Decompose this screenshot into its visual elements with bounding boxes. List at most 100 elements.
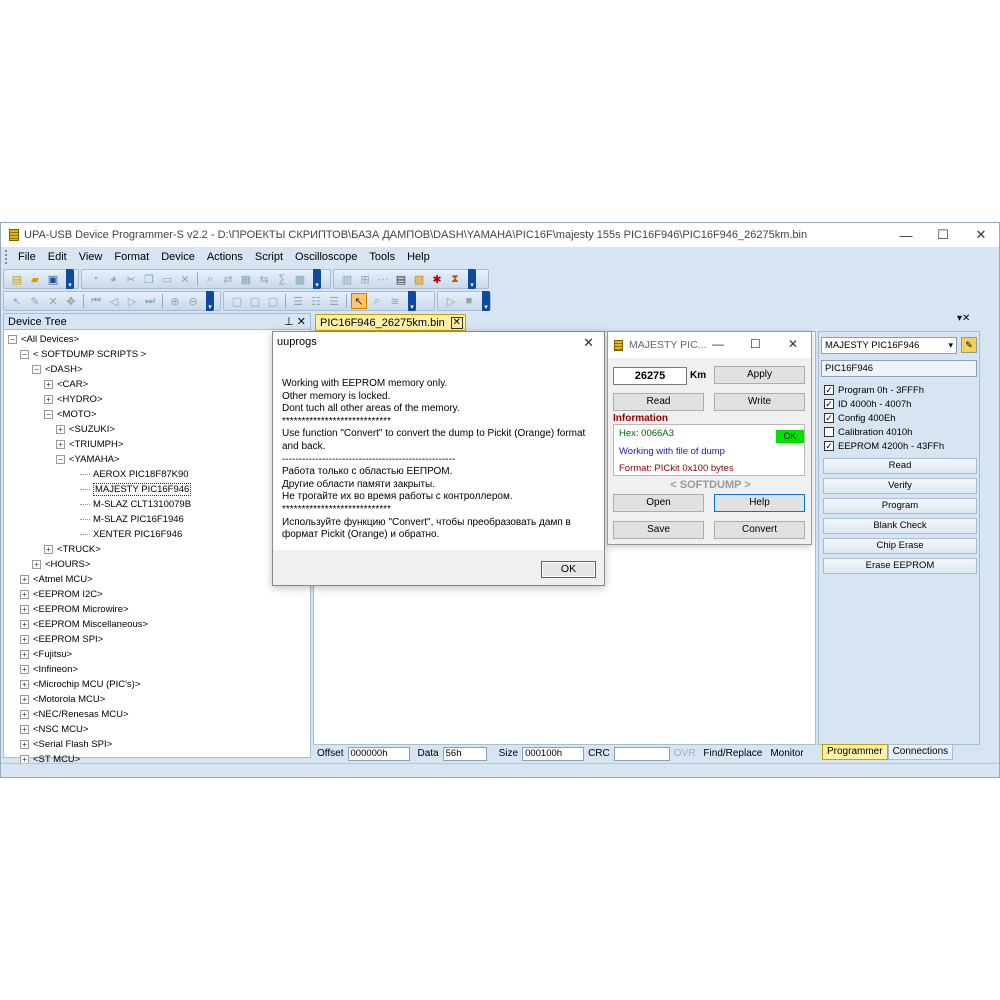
read-button[interactable]: Read: [823, 458, 977, 474]
view-table-icon[interactable]: ☷: [308, 293, 324, 309]
expand-icon[interactable]: +: [20, 665, 29, 674]
tree-node[interactable]: + <Microchip MCU (PIC's)>: [20, 677, 140, 692]
view-dword-icon[interactable]: ▢: [265, 293, 281, 309]
toolbar-overflow-icon[interactable]: ▾: [468, 269, 476, 289]
menu-device[interactable]: Device: [156, 251, 202, 263]
expand-icon[interactable]: +: [20, 620, 29, 629]
cut-icon[interactable]: ✂: [123, 271, 139, 287]
paste-icon[interactable]: ▭: [159, 271, 175, 287]
view-byte-icon[interactable]: ▢: [229, 293, 245, 309]
expand-icon[interactable]: +: [20, 635, 29, 644]
redo-icon[interactable]: ◕: [105, 271, 121, 287]
km-input[interactable]: 26275: [613, 367, 687, 385]
tree-node[interactable]: − <DASH>: [32, 362, 83, 377]
minimize-button[interactable]: —: [712, 337, 724, 351]
menu-edit[interactable]: Edit: [43, 251, 74, 263]
tree-node[interactable]: + <SUZUKI>: [56, 422, 115, 437]
expand-icon[interactable]: +: [20, 605, 29, 614]
erase-eeprom-button[interactable]: Erase EEPROM: [823, 558, 977, 574]
tree-node[interactable]: + <Motorola MCU>: [20, 692, 105, 707]
write-button[interactable]: Write: [714, 393, 805, 411]
zoom-region-icon[interactable]: ⌕: [369, 293, 385, 309]
expand-icon[interactable]: +: [44, 545, 53, 554]
tree-node[interactable]: XENTER PIC16F946: [80, 527, 182, 542]
tree-node[interactable]: M-SLAZ PIC16F1946: [80, 512, 184, 527]
apply-button[interactable]: Apply: [714, 366, 805, 384]
tab-connections[interactable]: Connections: [887, 744, 954, 760]
tree-node[interactable]: + <Infineon>: [20, 662, 78, 677]
tree-node[interactable]: + <TRIUMPH>: [56, 437, 123, 452]
timer-icon[interactable]: ⧗: [447, 271, 463, 287]
script-icon[interactable]: ▧: [411, 271, 427, 287]
collapse-icon[interactable]: −: [20, 350, 29, 359]
grid-icon[interactable]: ⋯: [375, 271, 391, 287]
menu-script[interactable]: Script: [250, 251, 290, 263]
waveform-icon[interactable]: ≋: [387, 293, 403, 309]
stop-icon[interactable]: ■: [461, 293, 477, 309]
compare-icon[interactable]: ⇆: [256, 271, 272, 287]
tree-node[interactable]: + <EEPROM I2C>: [20, 587, 103, 602]
tree-node[interactable]: + <EEPROM Miscellaneous>: [20, 617, 148, 632]
checkbox-checked-icon[interactable]: ✓: [824, 399, 834, 409]
toolbar-overflow-icon[interactable]: ▾: [206, 291, 214, 311]
draw-icon[interactable]: ✎: [27, 293, 43, 309]
maximize-button[interactable]: ☐: [928, 226, 958, 244]
blank-check-button[interactable]: Blank Check: [823, 518, 977, 534]
expand-icon[interactable]: +: [20, 590, 29, 599]
save-button[interactable]: Save: [613, 521, 704, 539]
new-file-icon[interactable]: ▤: [9, 271, 25, 287]
find-icon[interactable]: ⌕: [202, 271, 218, 287]
read-button[interactable]: Read: [613, 393, 704, 411]
checkbox-checked-icon[interactable]: ✓: [824, 413, 834, 423]
menu-actions[interactable]: Actions: [202, 251, 250, 263]
copy-icon[interactable]: ❐: [141, 271, 157, 287]
menu-oscilloscope[interactable]: Oscilloscope: [290, 251, 364, 263]
collapse-icon[interactable]: −: [44, 410, 53, 419]
expand-icon[interactable]: +: [20, 695, 29, 704]
collapse-icon[interactable]: −: [8, 335, 17, 344]
document-tab[interactable]: PIC16F946_26275km.bin ✕: [315, 314, 466, 331]
save-icon[interactable]: ▣: [45, 271, 61, 287]
panel-menu-close-icon[interactable]: ▾✕: [957, 313, 970, 324]
expand-icon[interactable]: +: [32, 560, 41, 569]
tree-node[interactable]: AEROX PIC18F87K90: [80, 467, 189, 482]
tree-node[interactable]: − <MOTO>: [44, 407, 96, 422]
chip-erase-button[interactable]: Chip Erase: [823, 538, 977, 554]
delete-icon[interactable]: ✕: [177, 271, 193, 287]
bug-icon[interactable]: ✱: [429, 271, 445, 287]
tree-node[interactable]: + <EEPROM SPI>: [20, 632, 103, 647]
tree-node[interactable]: − < SOFTDUMP SCRIPTS >: [20, 347, 146, 362]
chip-icon[interactable]: ▥: [339, 271, 355, 287]
toolbar-overflow-icon[interactable]: ▾: [482, 291, 490, 311]
menu-view[interactable]: View: [74, 251, 110, 263]
collapse-icon[interactable]: −: [32, 365, 41, 374]
tree-node[interactable]: + <EEPROM Microwire>: [20, 602, 129, 617]
find-replace-link[interactable]: Find/Replace: [703, 748, 762, 759]
memory-region-checkbox[interactable]: ✓ Config 400Eh: [824, 411, 896, 425]
move-icon[interactable]: ✥: [63, 293, 79, 309]
tree-node[interactable]: + <Serial Flash SPI>: [20, 737, 112, 752]
tree-node[interactable]: + <NSC MCU>: [20, 722, 88, 737]
checkbox-checked-icon[interactable]: ✓: [824, 385, 834, 395]
zoom-in-icon[interactable]: ⊕: [167, 293, 183, 309]
toolbar-overflow-icon[interactable]: ▾: [313, 269, 321, 289]
prev-icon[interactable]: ◁: [106, 293, 122, 309]
calc-icon[interactable]: ▩: [292, 271, 308, 287]
expand-icon[interactable]: +: [56, 440, 65, 449]
checksum-icon[interactable]: ∑: [274, 271, 290, 287]
zoom-out-icon[interactable]: ⊖: [185, 293, 201, 309]
checkbox-checked-icon[interactable]: ✓: [824, 441, 834, 451]
expand-icon[interactable]: +: [20, 650, 29, 659]
help-button[interactable]: Help: [714, 494, 805, 512]
tree-node[interactable]: + <TRUCK>: [44, 542, 101, 557]
open-file-icon[interactable]: ▰: [27, 271, 43, 287]
expand-icon[interactable]: +: [44, 395, 53, 404]
memory-region-checkbox[interactable]: ✓ Program 0h - 3FFFh: [824, 383, 924, 397]
first-icon[interactable]: ⏮: [88, 293, 104, 309]
convert-button[interactable]: Convert: [714, 521, 805, 539]
menu-tools[interactable]: Tools: [364, 251, 402, 263]
pin-close-icon[interactable]: ⊥ ✕: [284, 315, 306, 328]
close-tab-icon[interactable]: ✕: [450, 317, 463, 329]
open-button[interactable]: Open: [613, 494, 704, 512]
expand-icon[interactable]: +: [56, 425, 65, 434]
